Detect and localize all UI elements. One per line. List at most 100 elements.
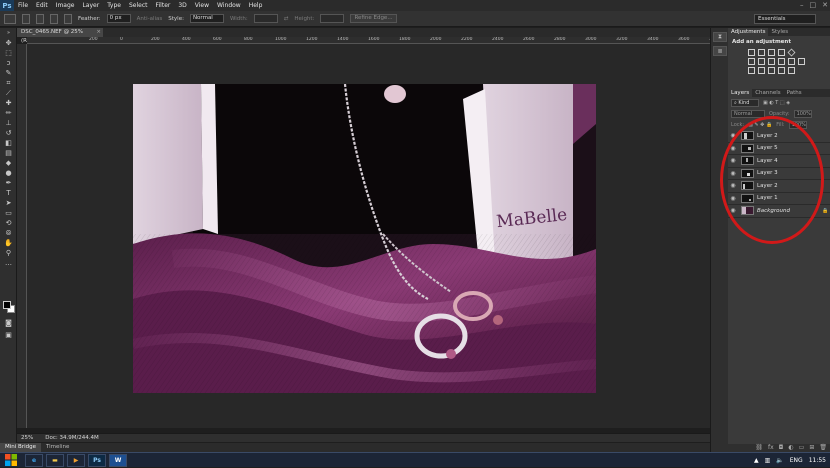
menu-image[interactable]: Image xyxy=(52,0,79,11)
file-explorer-icon[interactable]: ▬ xyxy=(46,453,64,467)
subtract-selection-icon[interactable] xyxy=(50,13,58,24)
tab-timeline[interactable]: Timeline xyxy=(41,443,74,452)
quick-mask-icon[interactable]: ◙ xyxy=(0,318,17,328)
eyedropper-tool-icon[interactable]: ⟋ xyxy=(0,88,17,98)
refine-edge-button[interactable]: Refine Edge... xyxy=(350,14,397,23)
network-icon[interactable]: ▥ xyxy=(765,457,771,464)
path-selection-tool-icon[interactable]: ➤ xyxy=(0,198,17,208)
dodge-tool-icon[interactable]: ● xyxy=(0,168,17,178)
lasso-tool-icon[interactable]: ↄ xyxy=(0,58,17,68)
link-layers-icon[interactable]: ⛓ xyxy=(755,444,763,452)
adjustment-layer-icon[interactable]: ◐ xyxy=(788,444,793,452)
new-layer-icon[interactable]: ⊞ xyxy=(809,444,814,452)
eraser-tool-icon[interactable]: ◧ xyxy=(0,138,17,148)
word-taskbar-icon[interactable]: W xyxy=(109,453,127,467)
antialias-checkbox[interactable]: Anti-alias xyxy=(137,16,163,22)
curves-icon[interactable] xyxy=(768,49,775,56)
tab-mini-bridge[interactable]: Mini Bridge xyxy=(0,443,41,452)
style-select[interactable]: Normal xyxy=(189,14,224,23)
marquee-tool-preset-icon[interactable] xyxy=(4,13,16,24)
feather-field[interactable]: 0 px xyxy=(106,14,131,23)
start-button[interactable] xyxy=(0,453,22,468)
channel-mixer-icon[interactable] xyxy=(788,58,795,65)
levels-icon[interactable] xyxy=(758,49,765,56)
posterize-icon[interactable] xyxy=(758,67,765,74)
close-icon[interactable]: × xyxy=(96,28,101,37)
menu-3d[interactable]: 3D xyxy=(174,0,190,11)
clone-stamp-tool-icon[interactable]: ⊥ xyxy=(0,118,17,128)
workspace-select[interactable]: Essentials xyxy=(754,14,816,24)
blur-tool-icon[interactable]: ◆ xyxy=(0,158,17,168)
media-player-icon[interactable]: ▶ xyxy=(67,453,85,467)
filter-icons[interactable]: ▣ ◐ T ⬚ ◈ xyxy=(763,100,790,106)
add-mask-icon[interactable]: ◘ xyxy=(779,444,784,452)
height-field[interactable] xyxy=(320,14,345,23)
menu-window[interactable]: Window xyxy=(213,0,245,11)
menu-filter[interactable]: Filter xyxy=(152,0,175,11)
menu-layer[interactable]: Layer xyxy=(78,0,103,11)
hue-saturation-icon[interactable] xyxy=(748,58,755,65)
vibrance-icon[interactable] xyxy=(787,48,796,57)
tab-channels[interactable]: Channels xyxy=(752,89,783,97)
type-tool-icon[interactable]: T xyxy=(0,188,17,198)
language-indicator[interactable]: ENG xyxy=(790,457,803,464)
gradient-tool-icon[interactable]: ▤ xyxy=(0,148,17,158)
brightness-contrast-icon[interactable] xyxy=(748,49,755,56)
hand-tool-icon[interactable]: ✋ xyxy=(0,238,17,248)
exposure-icon[interactable] xyxy=(778,49,785,56)
panel-collapse-icon[interactable]: » xyxy=(0,28,17,38)
fx-icon[interactable]: fx xyxy=(768,444,774,452)
selective-color-icon[interactable] xyxy=(778,67,785,74)
color-lookup-icon[interactable] xyxy=(798,58,805,65)
3d-camera-tool-icon[interactable]: ⦾ xyxy=(0,228,17,238)
trash-icon[interactable]: 🗑 xyxy=(819,444,827,452)
color-balance-icon[interactable] xyxy=(758,58,765,65)
3d-tool-icon[interactable]: ⟲ xyxy=(0,218,17,228)
document-size[interactable]: Doc: 34.9M/244.4M xyxy=(45,435,99,441)
blend-mode-select[interactable]: Normal xyxy=(731,109,765,118)
group-folder-icon[interactable]: ▭ xyxy=(799,444,805,452)
move-tool-icon[interactable]: ✥ xyxy=(0,38,17,48)
document-tab[interactable]: DSC_0465.NEF @ 25% (RGB/8) * × xyxy=(17,28,103,44)
intersect-selection-icon[interactable] xyxy=(64,13,72,24)
color-swatches[interactable] xyxy=(3,301,15,313)
layer-filter-select[interactable]: ⌕ Kind xyxy=(731,98,759,107)
internet-explorer-icon[interactable]: e xyxy=(25,453,43,467)
menu-edit[interactable]: Edit xyxy=(32,0,52,11)
add-selection-icon[interactable] xyxy=(36,13,44,24)
tab-paths[interactable]: Paths xyxy=(784,89,805,97)
screen-mode-icon[interactable]: ▣ xyxy=(0,330,17,340)
invert-icon[interactable] xyxy=(748,67,755,74)
foreground-color-swatch[interactable] xyxy=(3,301,11,309)
opacity-field[interactable]: 100% xyxy=(793,109,812,118)
pen-tool-icon[interactable]: ✒ xyxy=(0,178,17,188)
volume-icon[interactable]: 🔈 xyxy=(776,457,783,464)
crop-tool-icon[interactable]: ⌗ xyxy=(0,78,17,88)
minimize-icon[interactable]: – xyxy=(800,1,804,9)
threshold-icon[interactable] xyxy=(768,67,775,74)
history-panel-icon[interactable]: ⧗ xyxy=(713,32,727,42)
document-canvas-image[interactable]: MaBelle xyxy=(133,84,596,393)
edit-toolbar-icon[interactable]: … xyxy=(0,258,17,268)
zoom-level[interactable]: 25% xyxy=(21,435,33,441)
width-field[interactable] xyxy=(253,14,278,23)
menu-file[interactable]: File xyxy=(14,0,32,11)
menu-type[interactable]: Type xyxy=(103,0,125,11)
tab-styles[interactable]: Styles xyxy=(768,28,791,36)
gradient-map-icon[interactable] xyxy=(788,67,795,74)
tray-up-arrow-icon[interactable]: ▲ xyxy=(754,457,759,464)
swap-icon[interactable]: ⇄ xyxy=(284,16,289,22)
new-selection-icon[interactable] xyxy=(22,13,30,24)
photo-filter-icon[interactable] xyxy=(778,58,785,65)
maximize-icon[interactable]: □ xyxy=(810,1,817,9)
menu-view[interactable]: View xyxy=(191,0,213,11)
brush-tool-icon[interactable]: ✏ xyxy=(0,108,17,118)
properties-panel-icon[interactable]: ≣ xyxy=(713,46,727,56)
zoom-tool-icon[interactable]: ⚲ xyxy=(0,248,17,258)
history-brush-tool-icon[interactable]: ↺ xyxy=(0,128,17,138)
tab-adjustments[interactable]: Adjustments xyxy=(728,28,769,36)
marquee-tool-icon[interactable]: ⬚ xyxy=(0,48,17,58)
tab-layers[interactable]: Layers xyxy=(728,89,753,97)
clock[interactable]: 11:55 xyxy=(809,457,826,464)
rectangle-tool-icon[interactable]: ▭ xyxy=(0,208,17,218)
